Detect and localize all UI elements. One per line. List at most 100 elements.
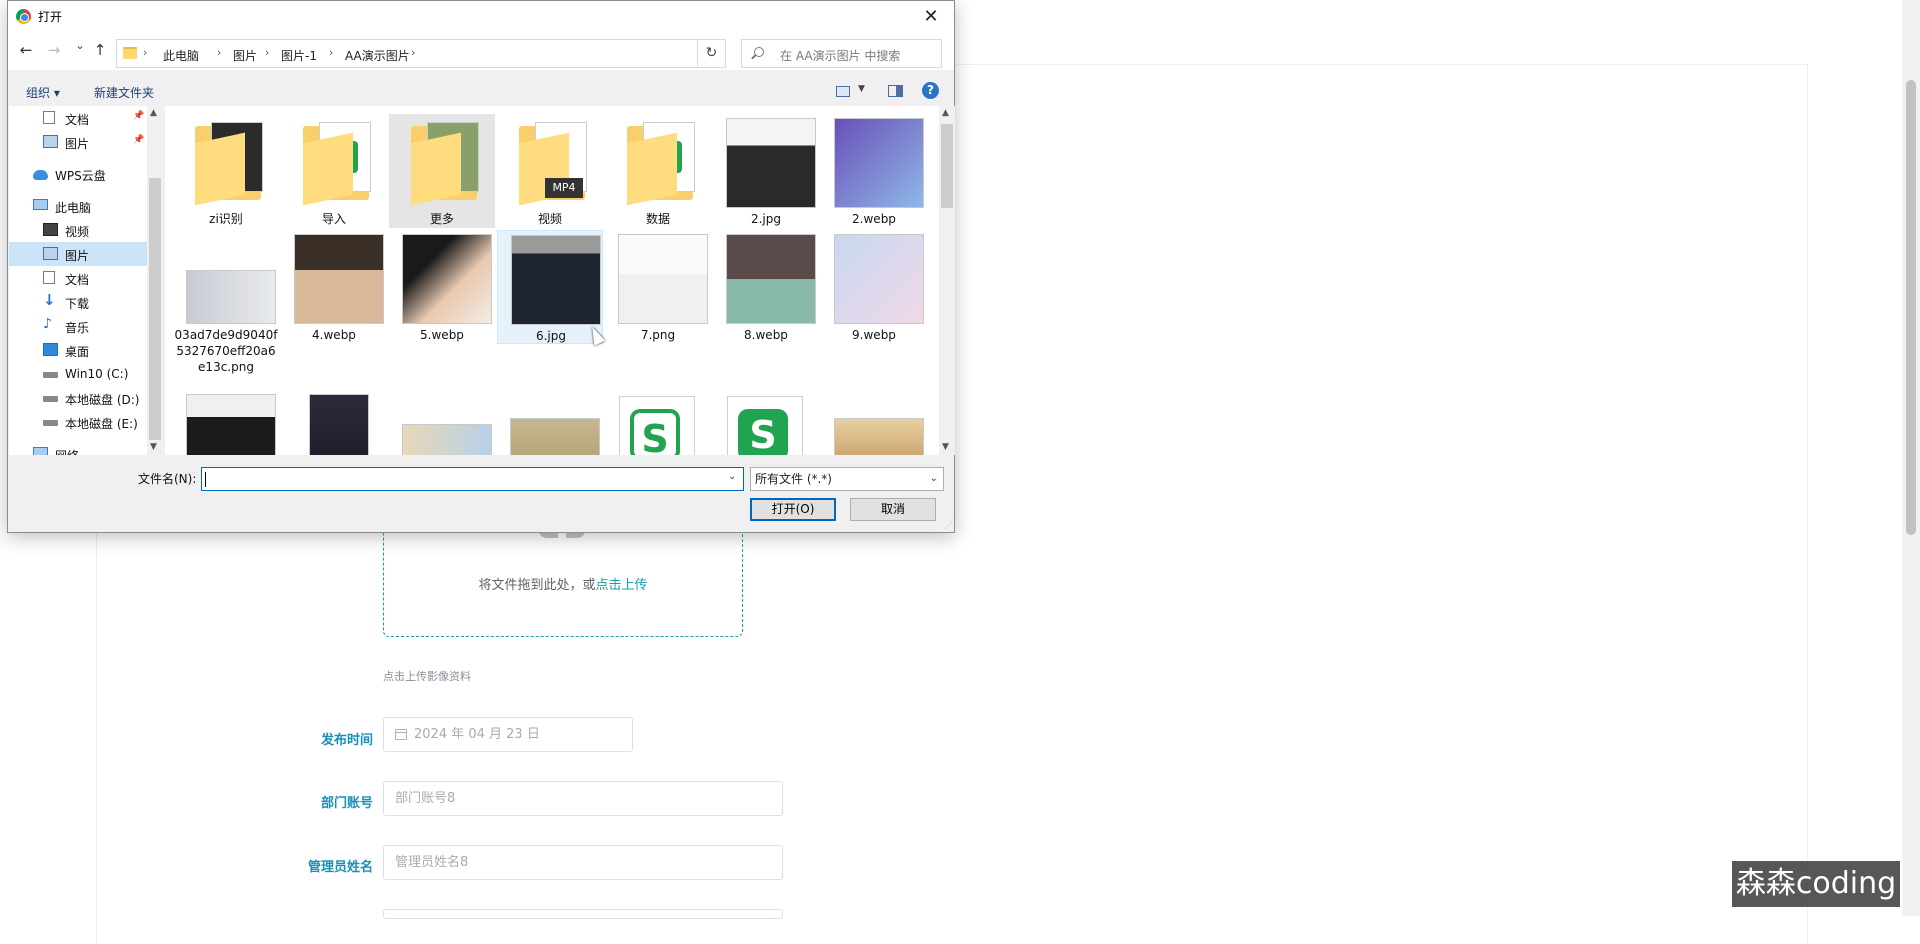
image-file-item[interactable]: 4.webp — [281, 230, 387, 344]
tree-item-drive-d[interactable]: 本地磁盘 (D:) — [9, 386, 147, 410]
view-mode-icon[interactable] — [836, 86, 850, 97]
breadcrumb-this-pc[interactable]: 此电脑 — [163, 47, 199, 64]
wps-sheet-item[interactable]: S — [713, 390, 819, 455]
admin-name-label: 管理员姓名 — [307, 860, 373, 875]
filetype-select[interactable]: 所有文件 (*.*) ⌄ — [750, 467, 944, 491]
dialog-title: 打开 — [38, 10, 63, 24]
tree-item-downloads[interactable]: ↓ 下载 — [9, 290, 147, 314]
filename-input[interactable] — [201, 467, 744, 491]
dept-account-input[interactable]: 部门账号8 — [383, 781, 783, 816]
scroll-down-icon[interactable]: ▼ — [942, 442, 949, 452]
folder-item[interactable]: MP4 视频 — [497, 114, 603, 228]
cloud-icon — [33, 170, 48, 180]
upload-hint: 将文件拖到此处，或 — [478, 578, 596, 593]
wps-sheet-icon: S — [738, 409, 788, 455]
tree-item-documents[interactable]: 文档 — [9, 266, 147, 290]
drive-icon — [43, 420, 58, 426]
folder-item[interactable]: S 导入 — [281, 114, 387, 228]
network-icon — [33, 447, 48, 455]
breadcrumb-separator-icon: › — [143, 46, 148, 59]
breadcrumb-aa-demo[interactable]: AA演示图片 — [345, 47, 410, 64]
filename-dropdown-icon[interactable]: ⌄ — [728, 471, 736, 482]
scroll-down-icon[interactable]: ▼ — [150, 442, 157, 452]
tree-item-pictures-pinned[interactable]: 图片 📌 — [9, 130, 147, 154]
resize-grip-icon[interactable]: ⋰ — [944, 521, 952, 530]
download-icon: ↓ — [43, 291, 56, 309]
new-folder-button[interactable]: 新建文件夹 — [94, 84, 154, 101]
open-file-dialog: 打开 ✕ ← → ⌄ ↑ › 此电脑 › 图片 › 图片-1 › AA演示图片 … — [7, 0, 955, 533]
image-file-item[interactable] — [497, 390, 603, 455]
recent-locations-icon[interactable]: ⌄ — [70, 39, 90, 52]
up-arrow-icon[interactable]: ↑ — [90, 41, 110, 59]
preview-pane-icon[interactable] — [888, 85, 903, 97]
breadcrumb-pictures[interactable]: 图片 — [233, 47, 257, 64]
next-field-input[interactable] — [383, 909, 783, 919]
command-bar: 组织 ▾ 新建文件夹 ▼ ? — [8, 76, 954, 106]
scroll-up-icon[interactable]: ▲ — [942, 108, 949, 118]
upload-link[interactable]: 点击上传 — [596, 578, 648, 593]
page-scrollbar[interactable] — [1902, 0, 1920, 916]
tree-item-this-pc[interactable]: 此电脑 — [9, 194, 147, 218]
image-file-item[interactable]: 2.webp — [821, 114, 927, 228]
chevron-down-icon: ⌄ — [929, 473, 938, 484]
wps-document-item[interactable]: S — [605, 390, 711, 455]
publish-date-picker[interactable]: 2024 年 04 月 23 日 — [383, 717, 633, 752]
navigation-pane: 文档 📌 图片 📌 WPS云盘 此电脑 视频 图片 文档 ↓ 下载 ♪ 音乐 桌… — [9, 106, 163, 455]
tree-item-documents-pinned[interactable]: 文档 📌 — [9, 106, 147, 130]
search-icon — [754, 47, 764, 57]
image-file-item[interactable] — [281, 390, 387, 455]
document-icon — [43, 271, 55, 284]
chrome-icon — [16, 9, 31, 24]
view-dropdown-icon[interactable]: ▼ — [858, 84, 865, 94]
image-file-item[interactable]: 2.jpg — [713, 114, 819, 228]
desktop-icon — [43, 343, 58, 356]
pin-icon: 📌 — [133, 111, 145, 121]
image-file-item[interactable]: 6.jpg — [497, 230, 603, 344]
image-file-item[interactable] — [821, 390, 927, 455]
close-button[interactable]: ✕ — [908, 1, 954, 32]
open-button[interactable]: 打开(O) — [750, 498, 836, 521]
publish-time-label: 发布时间 — [320, 733, 373, 748]
folder-item[interactable]: zi识别 — [173, 114, 279, 228]
computer-icon — [33, 199, 48, 210]
video-badge: MP4 — [545, 178, 583, 198]
watermark: 森森coding — [1732, 861, 1900, 907]
image-file-item[interactable]: 7.png — [605, 230, 711, 344]
file-list-scrollbar[interactable]: ▲ ▼ — [939, 106, 955, 455]
image-file-item[interactable]: 5.webp — [389, 230, 495, 344]
dept-account-label: 部门账号 — [320, 796, 373, 811]
tree-item-drive-c[interactable]: Win10 (C:) — [9, 362, 147, 386]
admin-name-input[interactable]: 管理员姓名8 — [383, 845, 783, 880]
image-file-item[interactable]: 03ad7de9d9040f5327670eff20a6e13c.png — [173, 230, 279, 380]
image-file-item[interactable] — [389, 390, 495, 455]
dialog-title-bar[interactable]: 打开 ✕ — [8, 1, 954, 32]
scroll-up-icon[interactable]: ▲ — [150, 108, 157, 118]
image-file-item[interactable]: 8.webp — [713, 230, 819, 344]
help-icon[interactable]: ? — [922, 82, 939, 99]
image-file-item[interactable] — [173, 390, 279, 455]
back-arrow-icon[interactable]: ← — [16, 41, 36, 59]
refresh-icon[interactable]: ↻ — [698, 39, 726, 68]
tree-item-wps-cloud[interactable]: WPS云盘 — [9, 162, 147, 186]
address-bar[interactable]: › 此电脑 › 图片 › 图片-1 › AA演示图片 › ▼ — [116, 39, 791, 68]
tree-item-videos[interactable]: 视频 — [9, 218, 147, 242]
tree-item-music[interactable]: ♪ 音乐 — [9, 314, 147, 338]
filename-label: 文件名(N): — [138, 472, 197, 486]
organize-menu[interactable]: 组织 ▾ — [26, 84, 60, 101]
tree-item-pictures[interactable]: 图片 — [9, 242, 147, 266]
breadcrumb-pictures-1[interactable]: 图片-1 — [281, 47, 317, 64]
navigation-scrollbar[interactable]: ▲ ▼ — [147, 106, 163, 455]
tree-item-network[interactable]: 网络 — [9, 442, 147, 455]
tree-item-drive-e[interactable]: 本地磁盘 (E:) — [9, 410, 147, 434]
tree-item-desktop[interactable]: 桌面 — [9, 338, 147, 362]
breadcrumb-separator-icon: › — [265, 46, 270, 59]
folder-item[interactable]: S 数据 — [605, 114, 711, 228]
music-icon: ♪ — [43, 316, 52, 332]
breadcrumb-separator-icon: › — [329, 46, 334, 59]
folder-item[interactable]: 更多 — [389, 114, 495, 228]
search-input[interactable]: 在 AA演示图片 中搜索 — [741, 39, 942, 68]
forward-arrow-icon[interactable]: → — [44, 41, 64, 59]
image-file-item[interactable]: 9.webp — [821, 230, 927, 344]
pictures-icon — [43, 135, 58, 148]
cancel-button[interactable]: 取消 — [850, 498, 936, 521]
